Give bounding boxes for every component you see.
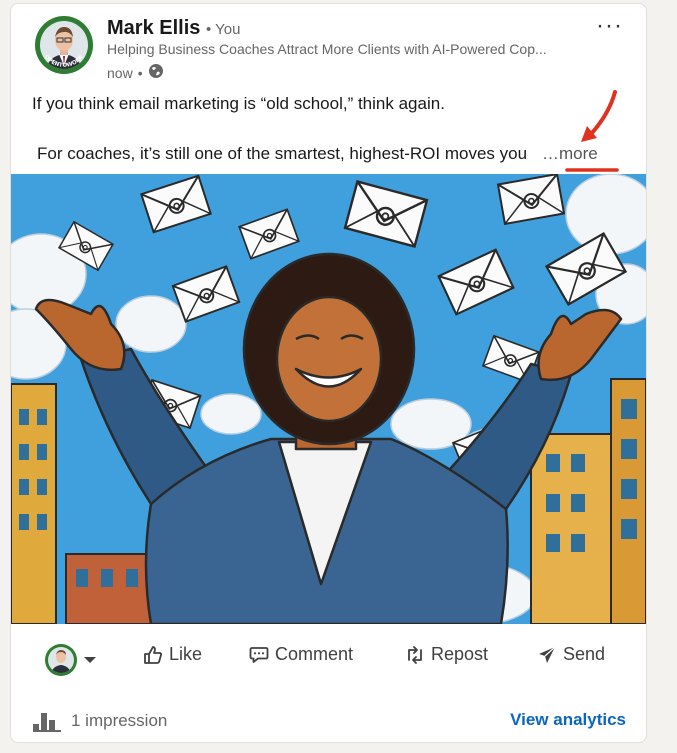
like-button[interactable]: Like	[143, 644, 202, 665]
post-analytics-footer: 1 impression View analytics	[11, 692, 646, 742]
post-meta: now •	[107, 63, 164, 82]
author-headline: Helping Business Coaches Attract More Cl…	[107, 41, 547, 57]
send-label: Send	[563, 644, 606, 664]
send-icon	[539, 646, 556, 663]
impressions-count: 1 impression	[33, 710, 167, 732]
repost-label: Repost	[431, 644, 489, 664]
view-analytics-link[interactable]: View analytics	[510, 710, 626, 730]
comment-label: Comment	[275, 644, 354, 664]
actor-switcher[interactable]	[45, 644, 97, 676]
comment-button[interactable]: Comment	[249, 644, 353, 665]
send-button[interactable]: Send	[537, 644, 605, 665]
bar-chart-icon	[33, 713, 61, 732]
annotation-arrow-icon	[565, 90, 619, 172]
author-name-text[interactable]: Mark Ellis	[107, 17, 200, 39]
author-relation: • You	[205, 21, 241, 38]
author-name[interactable]: Mark Ellis • You	[107, 17, 240, 40]
chevron-down-icon	[84, 657, 96, 663]
social-action-bar: Like Comment Repost Send	[11, 632, 646, 688]
meta-separator: •	[137, 64, 143, 81]
post-timestamp: now	[107, 64, 133, 81]
feed-post-card: OPENTOWORK Mark Ellis • You Helping Busi…	[10, 3, 647, 743]
impressions-label: 1 impression	[71, 711, 168, 730]
repost-button[interactable]: Repost	[405, 644, 488, 665]
globe-icon	[148, 63, 164, 82]
comment-icon	[249, 646, 269, 663]
author-avatar[interactable]: OPENTOWORK	[35, 16, 93, 74]
repost-icon	[408, 645, 422, 664]
post-image[interactable]	[11, 173, 646, 638]
like-label: Like	[169, 644, 203, 664]
post-menu-button[interactable]: ···	[596, 12, 623, 40]
actor-avatar-icon	[45, 644, 77, 676]
post-text-line-2: For coaches, it’s still one of the smart…	[37, 144, 528, 163]
post-text-line-1: If you think email marketing is “old sch…	[32, 94, 445, 113]
thumbs-up-icon	[144, 645, 163, 664]
